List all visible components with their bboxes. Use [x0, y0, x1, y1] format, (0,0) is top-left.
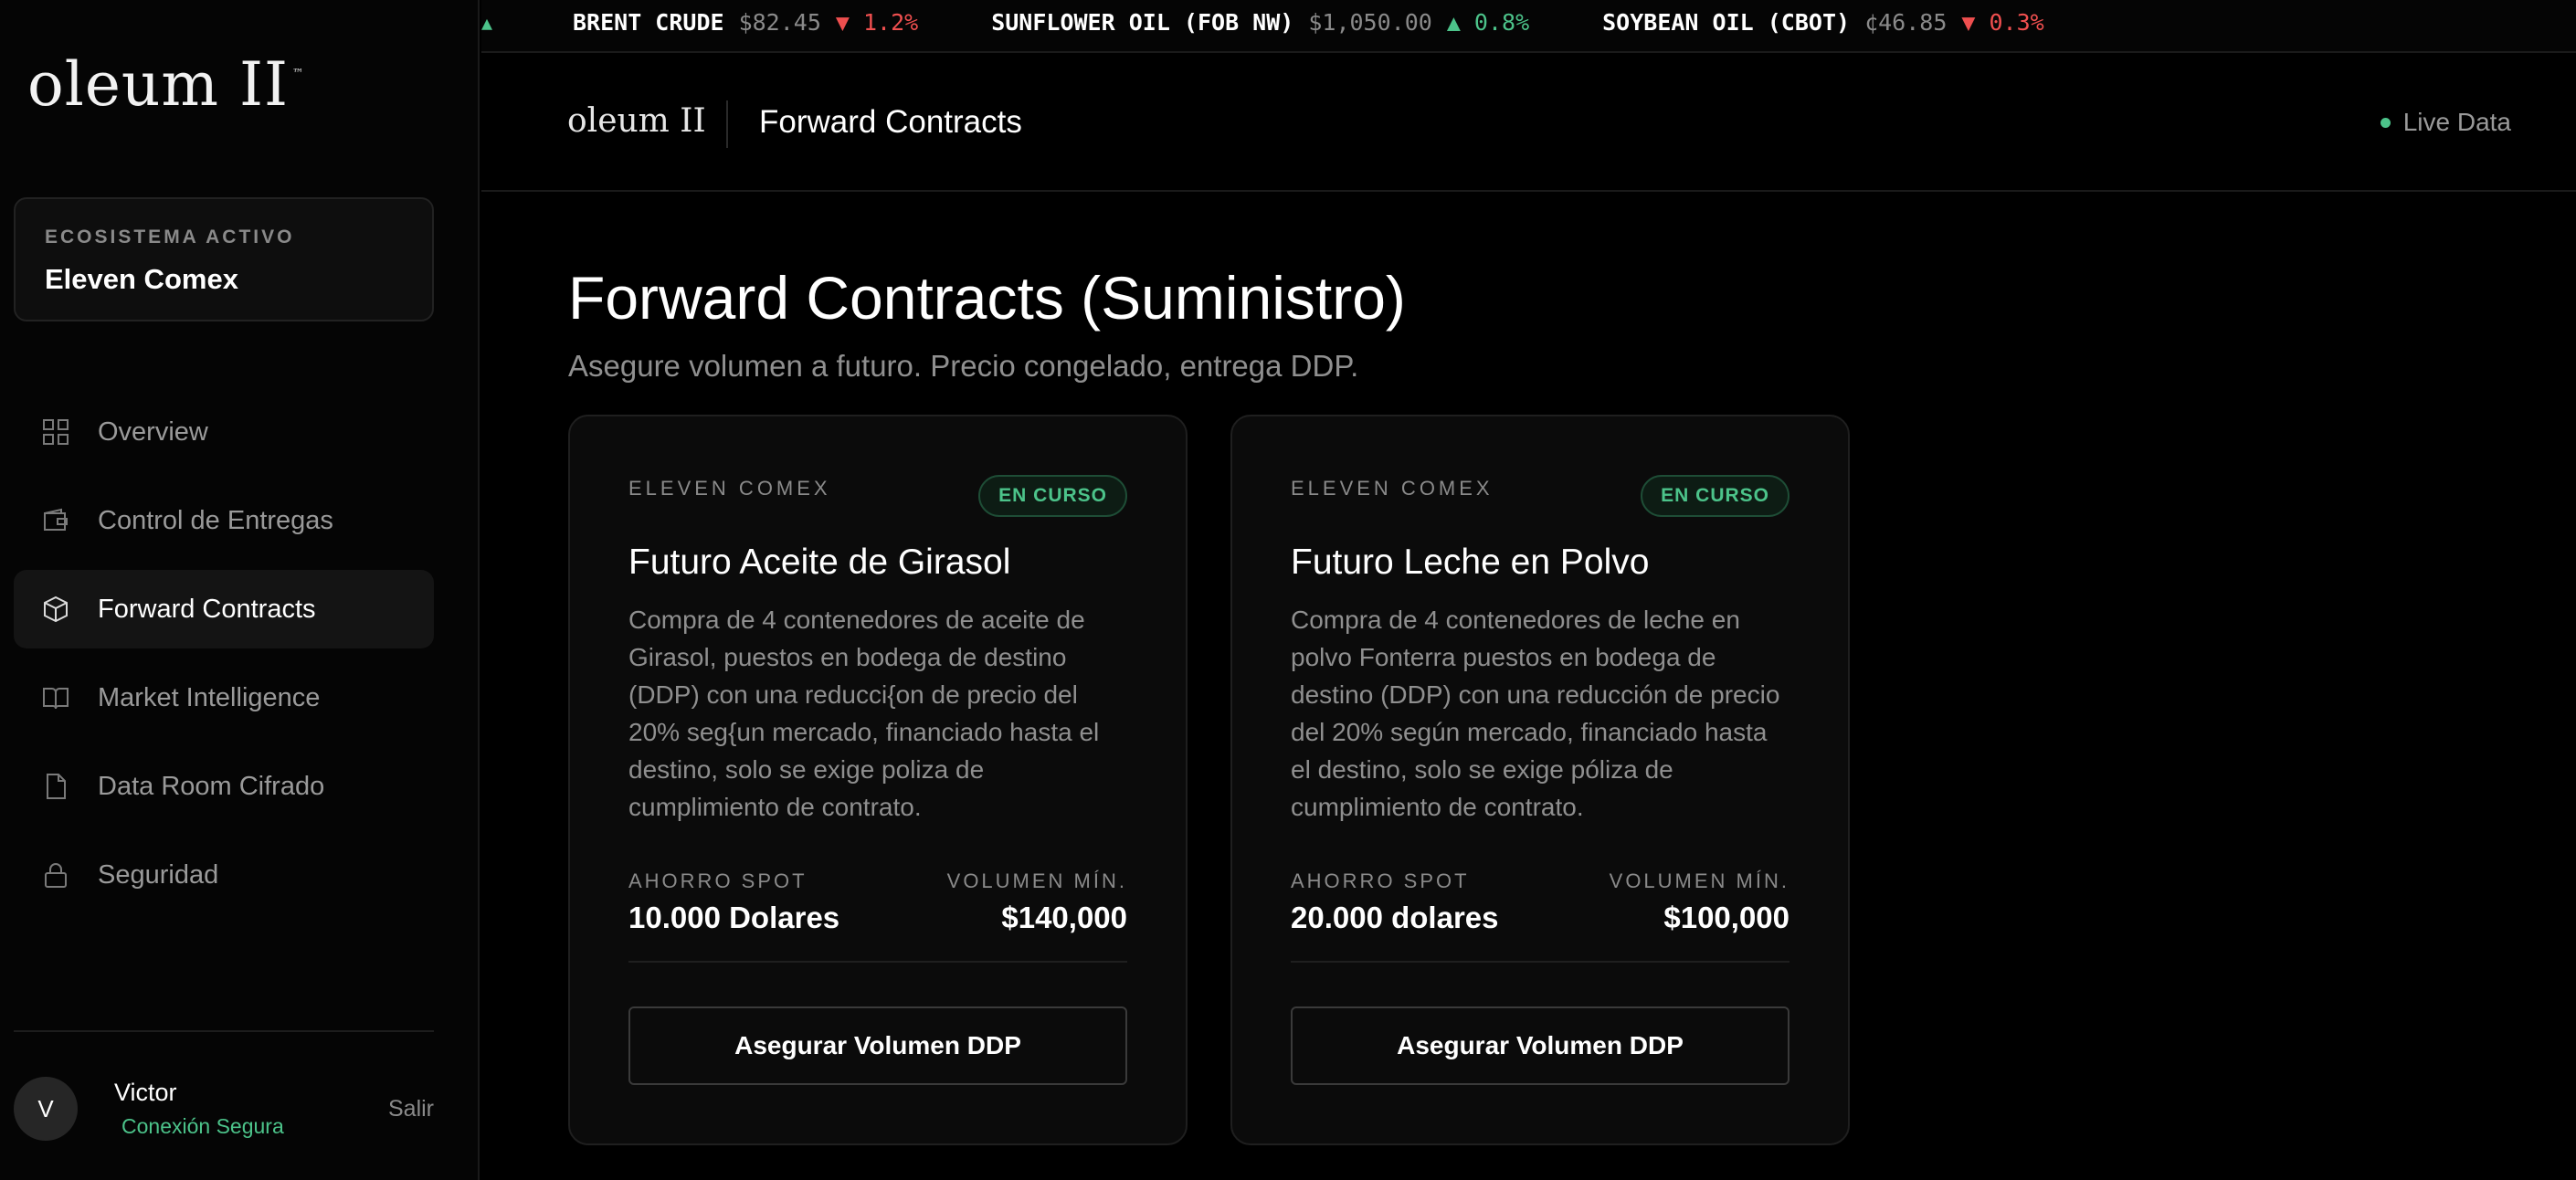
header-logo[interactable]: oleum II [567, 102, 706, 140]
sidebar-divider [14, 1030, 434, 1032]
savings-value: 20.000 dolares [1291, 901, 1499, 934]
ticker-symbol: BRENT CRUDE [573, 9, 724, 36]
savings-metric: AHORRO SPOT 10.000 Dolares [628, 869, 839, 935]
ticker-price: $82.45 [738, 9, 821, 36]
secure-volume-button[interactable]: Asegurar Volumen DDP [1291, 1006, 1789, 1085]
user-info: Victor Conexión Segura [114, 1079, 284, 1139]
ticker-symbol: SOYBEAN OIL (CBOT) [1602, 9, 1851, 36]
ticker-item: BRENT CRUDE $82.45 ▼ 1.2% [573, 9, 918, 36]
sidebar-item-label: Market Intelligence [98, 682, 321, 712]
card-description: Compra de 4 contenedores de leche en pol… [1291, 606, 1780, 821]
box-icon [41, 595, 70, 624]
sidebar-item-label: Forward Contracts [98, 594, 316, 624]
sidebar-nav: Overview Control de Entregas Forward Con… [14, 393, 434, 924]
page-subtitle: Asegure volumen a futuro. Precio congela… [568, 349, 1359, 383]
volume-metric: VOLUMEN MÍN. $140,000 [947, 869, 1127, 935]
card-divider [628, 961, 1127, 963]
volume-label: VOLUMEN MÍN. [1609, 869, 1789, 892]
sidebar-item-seguridad[interactable]: Seguridad [14, 836, 434, 914]
savings-metric: AHORRO SPOT 20.000 dolares [1291, 869, 1499, 935]
ticker-change: ▼ 0.3% [1961, 9, 2044, 36]
live-data-indicator: Live Data [2380, 108, 2511, 137]
secure-volume-button[interactable]: Asegurar Volumen DDP [628, 1006, 1127, 1085]
card-description: Compra de 4 contenedores de aceite de Gi… [628, 606, 1100, 821]
volume-value: $100,000 [1663, 901, 1789, 934]
live-dot-icon [2380, 117, 2391, 128]
active-ecosystem-card[interactable]: ECOSISTEMA ACTIVO Eleven Comex [14, 197, 434, 321]
page-title: Forward Contracts (Suministro) [568, 264, 1406, 332]
volume-label: VOLUMEN MÍN. [946, 869, 1127, 892]
savings-label: AHORRO SPOT [1291, 869, 1470, 892]
brand-logo-mark: ™ [292, 67, 305, 79]
contract-card: ELEVEN COMEX EN CURSO Futuro Leche en Po… [1230, 415, 1850, 1145]
sidebar-item-forward-contracts[interactable]: Forward Contracts [14, 570, 434, 648]
sidebar-item-overview[interactable]: Overview [14, 393, 434, 471]
ecosystem-label: ECOSISTEMA ACTIVO [45, 227, 295, 248]
card-header: ELEVEN COMEX EN CURSO [628, 475, 1127, 517]
ticker-arrow-icon: ▲ [481, 11, 493, 34]
sidebar: oleum II ™ ECOSISTEMA ACTIVO Eleven Comex… [0, 0, 480, 1180]
contract-card: ELEVEN COMEX EN CURSO Futuro Aceite de G… [568, 415, 1188, 1145]
savings-label: AHORRO SPOT [628, 869, 808, 892]
sidebar-item-label: Seguridad [98, 859, 219, 890]
ticker-track: ▲ BRENT CRUDE $82.45 ▼ 1.2% SUNFLOWER OI… [481, 9, 2117, 36]
ticker-symbol: SUNFLOWER OIL (FOB NW) [991, 9, 1294, 36]
avatar[interactable]: V [14, 1077, 78, 1141]
header-title: Forward Contracts [759, 104, 1022, 140]
ticker-item: SOYBEAN OIL (CBOT) ¢46.85 ▼ 0.3% [1602, 9, 2044, 36]
header-divider [726, 100, 728, 148]
ticker-price: $1,050.00 [1308, 9, 1432, 36]
card-metrics: AHORRO SPOT 20.000 dolares VOLUMEN MÍN. … [1291, 869, 1789, 935]
ticker-change: ▼ 1.2% [835, 9, 919, 36]
sidebar-item-control-de-entregas[interactable]: Control de Entregas [14, 481, 434, 560]
grid-icon [41, 417, 70, 447]
volume-metric: VOLUMEN MÍN. $100,000 [1610, 869, 1789, 935]
sidebar-item-market-intelligence[interactable]: Market Intelligence [14, 658, 434, 737]
top-header: oleum II Forward Contracts Live Data [481, 55, 2576, 192]
ticker-item: SUNFLOWER OIL (FOB NW) $1,050.00 ▲ 0.8% [991, 9, 1529, 36]
book-icon [41, 683, 70, 712]
ecosystem-name: Eleven Comex [45, 263, 238, 295]
sidebar-item-data-room-cifrado[interactable]: Data Room Cifrado [14, 747, 434, 826]
sidebar-item-label: Data Room Cifrado [98, 771, 325, 801]
card-company: ELEVEN COMEX [1291, 477, 1494, 500]
wallet-icon [41, 506, 70, 535]
brand-logo-text: oleum II [27, 49, 290, 120]
savings-value: 10.000 Dolares [628, 901, 840, 934]
sidebar-item-label: Control de Entregas [98, 505, 333, 535]
volume-value: $140,000 [1001, 901, 1127, 934]
status-badge: EN CURSO [978, 475, 1127, 517]
ticker-price: ¢46.85 [1864, 9, 1948, 36]
user-panel: V Victor Conexión Segura Salir [14, 1076, 434, 1142]
card-company: ELEVEN COMEX [628, 477, 831, 500]
connection-status: Conexión Segura [121, 1114, 284, 1138]
card-title: Futuro Aceite de Girasol [628, 543, 1011, 582]
logout-button[interactable]: Salir [388, 1096, 434, 1122]
card-title: Futuro Leche en Polvo [1291, 543, 1650, 582]
user-name: Victor [114, 1079, 177, 1106]
market-ticker: ▲ BRENT CRUDE $82.45 ▼ 1.2% SUNFLOWER OI… [481, 0, 2576, 53]
file-icon [41, 772, 70, 801]
card-header: ELEVEN COMEX EN CURSO [1291, 475, 1789, 517]
card-divider [1291, 961, 1789, 963]
brand-logo[interactable]: oleum II ™ [27, 55, 304, 115]
sidebar-item-label: Overview [98, 416, 208, 447]
lock-icon [41, 860, 70, 890]
status-badge: EN CURSO [1641, 475, 1789, 517]
ticker-change: ▲ 0.8% [1446, 9, 1530, 36]
live-data-label: Live Data [2402, 108, 2511, 136]
card-metrics: AHORRO SPOT 10.000 Dolares VOLUMEN MÍN. … [628, 869, 1127, 935]
